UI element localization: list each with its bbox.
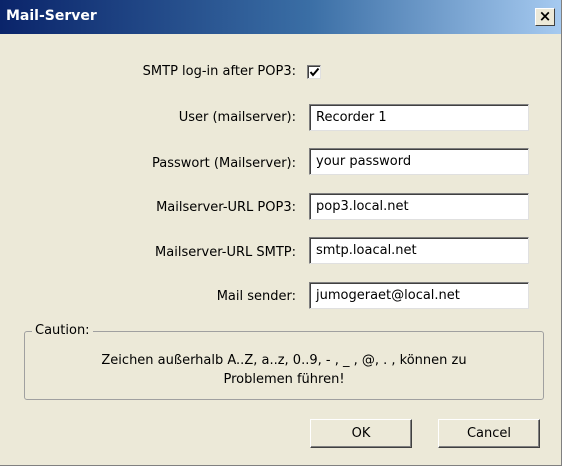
mail-sender-label: Mail sender:	[216, 289, 296, 304]
caution-title: Caution:	[32, 323, 93, 338]
window-title: Mail-Server	[6, 8, 97, 24]
caution-line-1: Zeichen außerhalb A..Z, a..z, 0..9, - , …	[101, 353, 467, 368]
caution-line-2: Problemen führen!	[223, 372, 345, 387]
user-label: User (mailserver):	[178, 110, 296, 125]
smtp-login-label: SMTP log-in after POP3:	[142, 64, 296, 79]
caution-message: Zeichen außerhalb A..Z, a..z, 0..9, - , …	[30, 351, 538, 389]
smtp-url-field[interactable]: smtp.loacal.net	[309, 237, 529, 264]
title-bar[interactable]: Mail-Server ×	[0, 0, 561, 34]
user-field[interactable]: Recorder 1	[309, 104, 529, 131]
smtp-url-label: Mailserver-URL SMTP:	[155, 245, 296, 260]
ok-button[interactable]: OK	[310, 419, 412, 448]
password-label: Passwort (Mailserver):	[151, 156, 296, 171]
pop3-url-label: Mailserver-URL POP3:	[156, 200, 296, 215]
cancel-button[interactable]: Cancel	[438, 419, 540, 448]
mail-server-dialog: Mail-Server × SMTP log-in after POP3: Us…	[0, 0, 562, 466]
checkmark-icon	[309, 67, 320, 77]
mail-sender-field[interactable]: jumogeraet@local.net	[309, 282, 529, 309]
pop3-url-field[interactable]: pop3.local.net	[309, 193, 529, 220]
password-field[interactable]: your password	[309, 148, 529, 175]
close-icon[interactable]: ×	[535, 8, 555, 26]
smtp-login-checkbox[interactable]	[307, 65, 321, 79]
